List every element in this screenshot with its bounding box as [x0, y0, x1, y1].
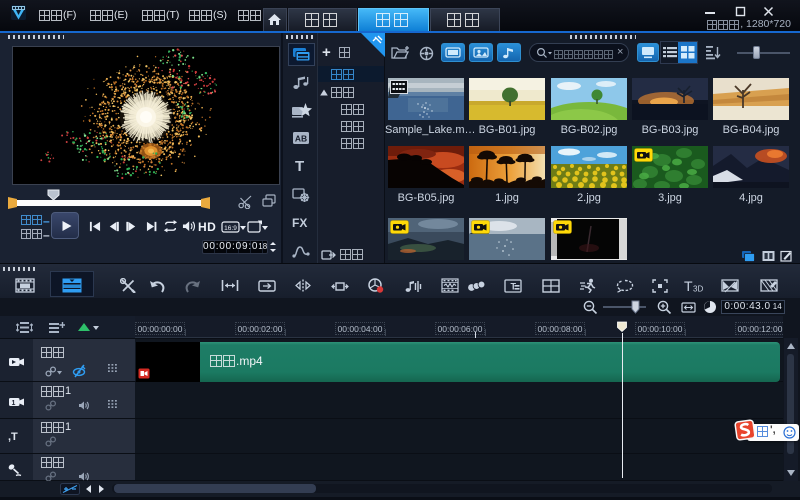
svg-text:1: 1	[12, 400, 16, 407]
svg-text:AB: AB	[295, 134, 307, 144]
svg-text:3D: 3D	[693, 285, 703, 294]
svg-text:T: T	[684, 278, 693, 293]
svg-text:16:9: 16:9	[224, 225, 237, 232]
